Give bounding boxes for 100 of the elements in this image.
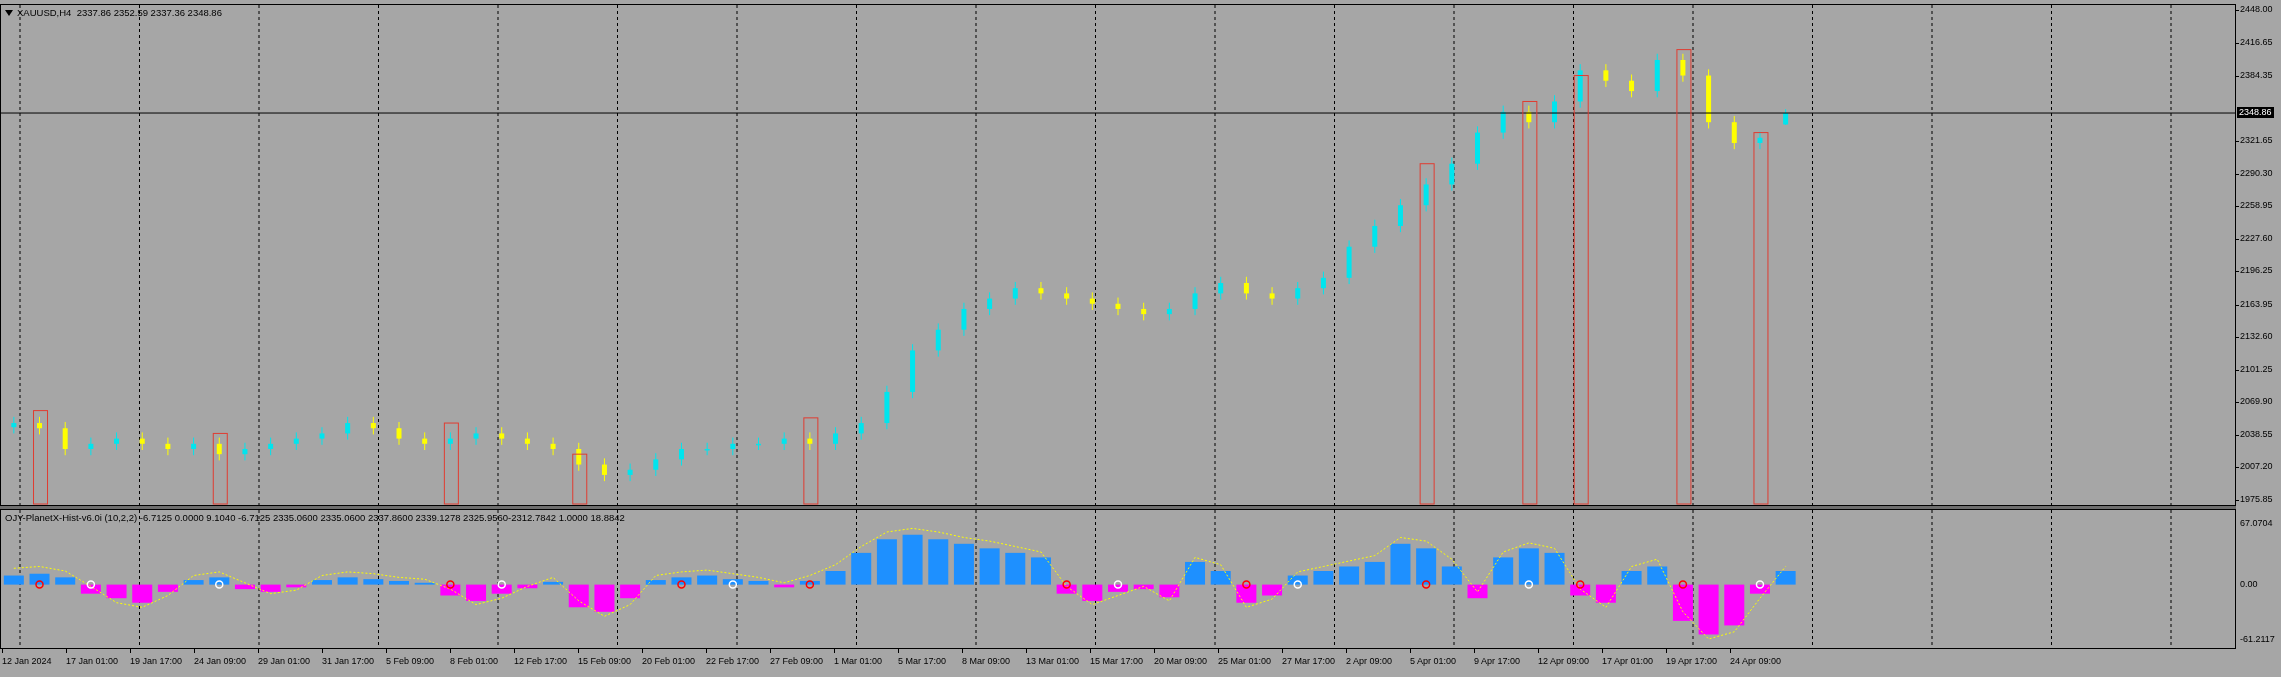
candlestick <box>216 437 222 461</box>
bar <box>645 580 666 585</box>
bar <box>953 543 974 585</box>
candlestick <box>1218 276 1224 301</box>
time-label: 19 Jan 17:00 <box>130 656 183 666</box>
candlestick <box>1372 219 1378 254</box>
candlestick <box>1192 286 1198 316</box>
bar <box>1159 584 1180 598</box>
bar <box>337 577 358 585</box>
time-label: 5 Apr 01:00 <box>1410 656 1457 666</box>
chart-header: XAUUSD,H4 2337.86 2352.59 2337.36 2348.86 <box>17 7 222 18</box>
bar <box>1339 566 1360 585</box>
bar <box>1775 571 1796 585</box>
bar <box>1518 548 1539 585</box>
bar <box>1210 571 1231 585</box>
time-label: 5 Feb 09:00 <box>386 656 435 666</box>
price-label: 2258.95 <box>2240 200 2273 212</box>
candlestick <box>88 437 94 456</box>
price-label: 2038.55 <box>2240 428 2273 440</box>
time-label: 20 Feb 01:00 <box>642 656 696 666</box>
time-label: 27 Feb 09:00 <box>770 656 824 666</box>
bar <box>1416 548 1437 585</box>
price-label: 2227.60 <box>2240 232 2273 244</box>
dropdown-icon[interactable] <box>5 9 13 16</box>
bar <box>1005 552 1026 585</box>
candlestick <box>550 437 556 456</box>
bar <box>620 584 641 599</box>
bar <box>851 552 872 585</box>
bar <box>697 575 718 585</box>
time-label: 2 Apr 09:00 <box>1346 656 1393 666</box>
bar <box>157 584 178 592</box>
bar <box>260 584 281 592</box>
candlestick <box>1603 63 1609 88</box>
bar <box>1185 561 1206 585</box>
time-label: 27 Mar 17:00 <box>1282 656 1336 666</box>
candlestick <box>961 302 967 337</box>
candlestick <box>165 437 171 456</box>
time-label: 12 Apr 09:00 <box>1538 656 1590 666</box>
candlestick <box>987 291 993 316</box>
price-label: 2321.65 <box>2240 135 2273 147</box>
bar <box>902 534 923 585</box>
bar <box>183 580 204 585</box>
time-label: 20 Mar 09:00 <box>1154 656 1208 666</box>
candlestick <box>1115 297 1121 316</box>
time-label: 24 Jan 09:00 <box>194 656 247 666</box>
current-price-tag: 2348.86 <box>2237 107 2274 118</box>
candlestick <box>242 442 248 461</box>
candlestick <box>1397 198 1403 233</box>
candlestick <box>1449 156 1455 192</box>
candlestick <box>576 442 582 472</box>
price-label: 2384.35 <box>2240 70 2273 82</box>
candlestick <box>935 322 941 358</box>
indicator-header: OJY-PlanetX-Hist-v6.0i (10,2,2) -6.7125 0.0000 9.1040 -6.7125 2335.0600 2335.0600 2337.8600 2339.1278 2325.9560-2312.7842 1.0000 18.8842 <box>5 512 625 523</box>
bar <box>748 580 769 585</box>
bar <box>1595 584 1616 603</box>
bar <box>1390 543 1411 585</box>
candlestick <box>1423 177 1429 212</box>
time-label: 12 Feb 17:00 <box>514 656 568 666</box>
bar <box>1647 566 1668 585</box>
candlestick <box>858 416 864 441</box>
candlestick <box>627 463 633 482</box>
candlestick <box>62 421 68 456</box>
time-label: 17 Apr 01:00 <box>1602 656 1654 666</box>
time-label: 9 Apr 17:00 <box>1474 656 1521 666</box>
bar <box>1082 584 1103 601</box>
bar <box>491 584 512 594</box>
candlestick <box>1500 105 1506 140</box>
bar <box>311 580 332 585</box>
bar <box>1030 557 1051 585</box>
candlestick <box>1680 53 1686 83</box>
time-label: 29 Jan 01:00 <box>258 656 311 666</box>
time-label: 15 Feb 09:00 <box>578 656 632 666</box>
time-label: 25 Mar 01:00 <box>1218 656 1272 666</box>
indicator-value-label: 67.0704 <box>2240 517 2273 529</box>
bar <box>1313 571 1334 585</box>
time-label: 8 Mar 09:00 <box>962 656 1011 666</box>
price-label: 2007.20 <box>2240 461 2273 473</box>
price-label: 2196.25 <box>2240 265 2273 277</box>
candlestick <box>473 426 479 446</box>
price-label: 2101.25 <box>2240 363 2273 375</box>
candlestick <box>833 426 839 451</box>
bar <box>3 575 24 585</box>
bar <box>928 539 949 585</box>
bar <box>1441 566 1462 585</box>
candlestick <box>396 421 402 446</box>
candlestick <box>345 416 351 441</box>
bar <box>876 539 897 585</box>
bar <box>1467 584 1488 599</box>
bar <box>389 580 410 585</box>
time-label: 8 Feb 01:00 <box>450 656 499 666</box>
bar <box>363 579 384 585</box>
price-label: 2416.65 <box>2240 36 2273 48</box>
bar <box>466 584 487 601</box>
candlestick <box>601 457 607 482</box>
candlestick <box>1012 281 1018 306</box>
time-label: 31 Jan 17:00 <box>322 656 375 666</box>
time-label: 12 Jan 2024 <box>2 656 52 666</box>
candlestick <box>1269 286 1275 306</box>
candlestick <box>319 426 325 446</box>
time-label: 17 Jan 01:00 <box>66 656 119 666</box>
